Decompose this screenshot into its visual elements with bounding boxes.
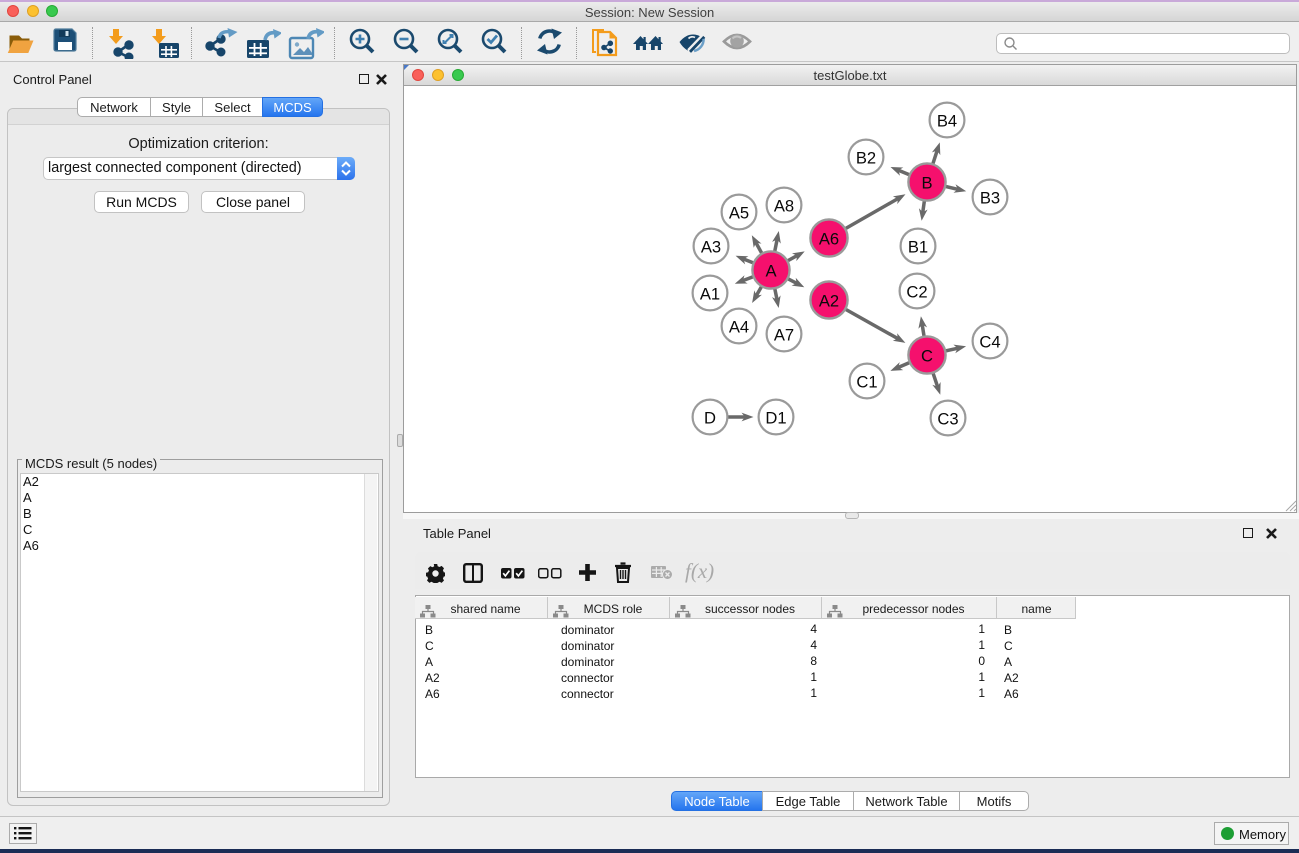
svg-text:B: B	[921, 174, 932, 193]
svg-text:A: A	[765, 262, 777, 281]
svg-text:C4: C4	[979, 333, 1000, 352]
svg-text:B4: B4	[937, 112, 957, 131]
svg-text:A4: A4	[729, 318, 749, 337]
svg-text:C1: C1	[856, 373, 877, 392]
svg-text:A8: A8	[774, 197, 794, 216]
svg-text:A1: A1	[700, 285, 720, 304]
svg-text:D1: D1	[765, 409, 786, 428]
svg-text:C3: C3	[937, 410, 958, 429]
svg-text:C: C	[921, 347, 933, 366]
svg-text:A6: A6	[819, 230, 839, 249]
svg-text:D: D	[704, 409, 716, 428]
svg-text:A3: A3	[701, 238, 721, 257]
svg-text:B1: B1	[908, 238, 928, 257]
svg-text:B3: B3	[980, 189, 1000, 208]
svg-text:C2: C2	[906, 283, 927, 302]
svg-text:A5: A5	[729, 204, 749, 223]
svg-text:A7: A7	[774, 326, 794, 345]
svg-text:B2: B2	[856, 149, 876, 168]
svg-text:A2: A2	[819, 292, 839, 311]
